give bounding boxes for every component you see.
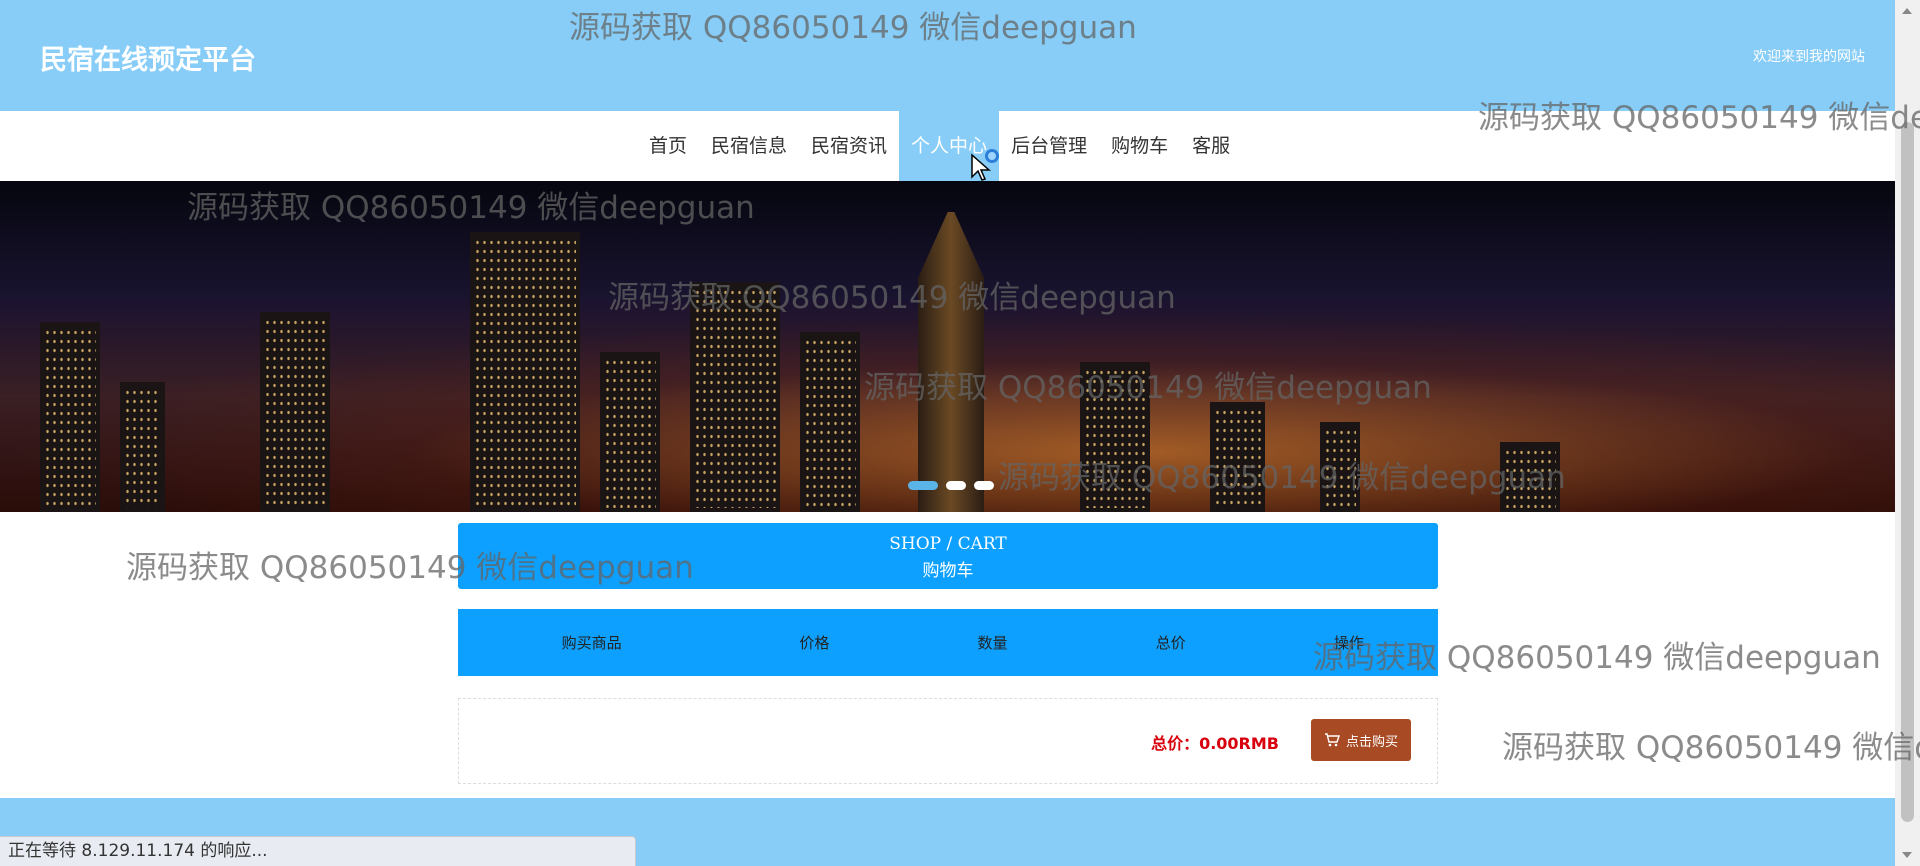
cart-title-en: SHOP / CART <box>889 534 1007 554</box>
col-total: 总价 <box>1155 634 1186 652</box>
nav-item-admin[interactable]: 后台管理 <box>999 111 1099 181</box>
cart-title-bar: SHOP / CART 购物车 <box>458 523 1438 589</box>
banner-tower <box>918 212 984 512</box>
cart-icon <box>1324 733 1340 747</box>
cart-total: 总价：0.00RMB <box>1151 734 1279 753</box>
banner-carousel[interactable] <box>0 181 1895 512</box>
buy-button[interactable]: 点击购买 <box>1311 719 1411 761</box>
cart-table-header: 购买商品 价格 数量 总价 操作 <box>458 609 1438 676</box>
cursor-icon <box>971 153 991 181</box>
carousel-indicators <box>908 481 994 490</box>
scroll-thumb[interactable] <box>1901 122 1914 822</box>
site-header: 民宿在线预定平台 欢迎来到我的网站 <box>0 0 1895 111</box>
main-nav: 首页 民宿信息 民宿资讯 个人中心 后台管理 购物车 客服 <box>0 111 1895 181</box>
carousel-dot-3[interactable] <box>974 481 994 490</box>
carousel-dot-1[interactable] <box>908 481 938 490</box>
welcome-text: 欢迎来到我的网站 <box>1753 49 1865 65</box>
watermark-text: 源码获取 QQ86050149 微信deepguan <box>1502 730 1920 766</box>
buy-button-label: 点击购买 <box>1345 734 1398 750</box>
col-product: 购买商品 <box>561 634 622 652</box>
cart-title-cn: 购物车 <box>922 561 974 581</box>
nav-item-homestay-info[interactable]: 民宿信息 <box>699 111 799 181</box>
site-title[interactable]: 民宿在线预定平台 <box>40 38 256 77</box>
col-price: 价格 <box>799 634 830 652</box>
scroll-down-icon[interactable] <box>1902 852 1912 858</box>
col-quantity: 数量 <box>977 634 1008 652</box>
col-actions: 操作 <box>1333 634 1364 652</box>
page-scrollbar[interactable] <box>1895 0 1920 866</box>
nav-item-homestay-news[interactable]: 民宿资讯 <box>799 111 899 181</box>
carousel-dot-2[interactable] <box>946 481 966 490</box>
nav-item-customer-service[interactable]: 客服 <box>1180 111 1242 181</box>
cart-summary: 总价：0.00RMB 点击购买 <box>458 698 1438 784</box>
scroll-up-icon[interactable] <box>1902 8 1912 14</box>
browser-status-bar: 正在等待 8.129.11.174 的响应... <box>0 836 636 866</box>
nav-item-home[interactable]: 首页 <box>637 111 699 181</box>
nav-item-cart[interactable]: 购物车 <box>1099 111 1180 181</box>
